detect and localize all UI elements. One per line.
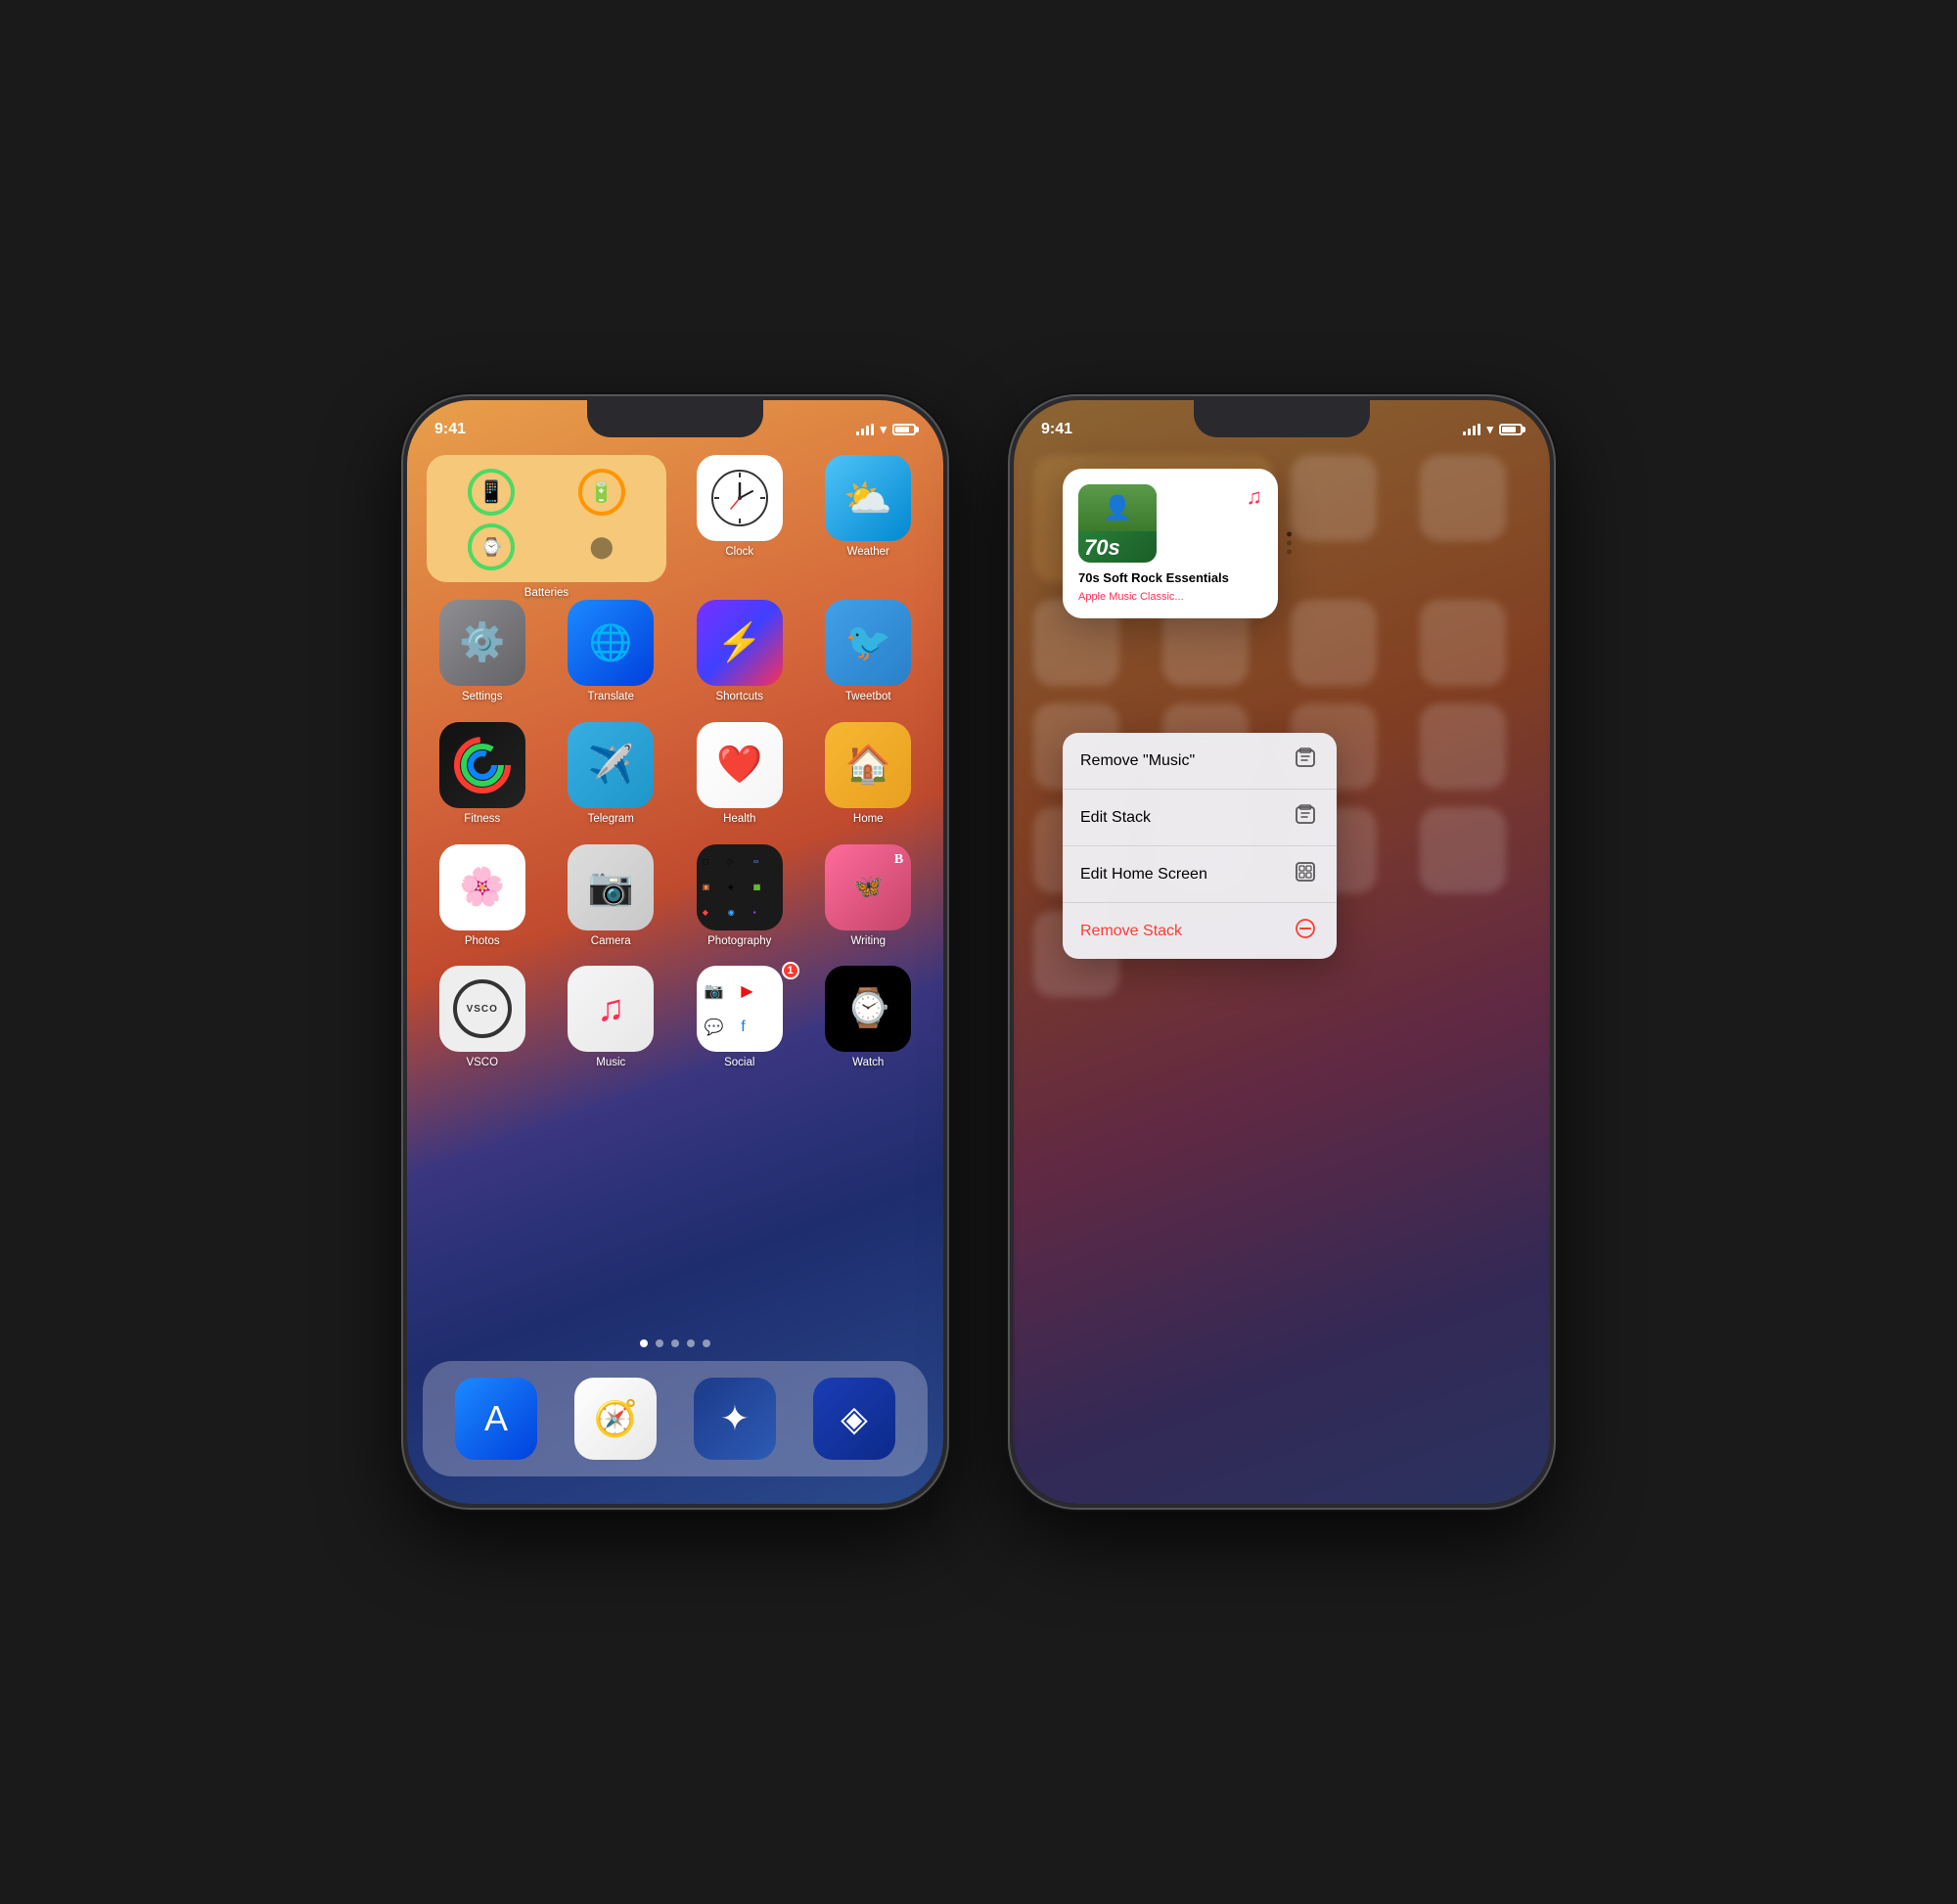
music-note-icon: ♫ (1247, 484, 1263, 510)
watch-label: Watch (852, 1057, 884, 1070)
signal-icon-2 (1463, 424, 1480, 435)
translate-label: Translate (587, 691, 634, 704)
widget-scroll-dots (1287, 532, 1292, 555)
batteries-widget[interactable]: 📱 🔋 ⌚ ⬤ Batteries (427, 455, 666, 582)
fitness-rings-svg (453, 736, 512, 794)
page-dots-1 (407, 1339, 943, 1347)
album-70s-text: 70s (1084, 537, 1120, 559)
settings-label: Settings (462, 691, 503, 704)
fitness-label: Fitness (464, 813, 500, 827)
status-time-1: 9:41 (434, 421, 466, 438)
social-app[interactable]: 📷 ▶ 💬 f 1 Social (684, 966, 796, 1070)
telegram-app[interactable]: ✈️ Telegram (556, 722, 667, 827)
notch-1 (587, 400, 763, 437)
tweetbot-label: Tweetbot (845, 691, 891, 704)
music-label: Music (596, 1057, 625, 1070)
clock-app[interactable]: Clock (684, 455, 796, 582)
vsco-label: VSCO (466, 1057, 498, 1070)
edit-stack-icon (1292, 804, 1319, 831)
translate-app[interactable]: 🌐 Translate (556, 600, 667, 704)
phone-2-screen: 9:41 ▾ (1014, 400, 1550, 1504)
spark-dock[interactable]: ✦ (694, 1378, 776, 1460)
camera-label: Camera (591, 935, 631, 949)
health-label: Health (723, 813, 755, 827)
weather-label: Weather (847, 546, 889, 560)
signal-icon-1 (856, 424, 874, 435)
camera-app[interactable]: 📷 Camera (556, 844, 667, 949)
writing-app[interactable]: 🦋 B Writing (813, 844, 925, 949)
tweetbot-app[interactable]: 🐦 Tweetbot (813, 600, 925, 704)
writing-label: Writing (850, 935, 886, 949)
photography-label: Photography (707, 935, 771, 949)
dot-3 (671, 1339, 679, 1347)
battery-icon-1 (892, 424, 916, 435)
music-app[interactable]: ♫ Music (556, 966, 667, 1070)
battery-icon-2 (1499, 424, 1523, 435)
health-app[interactable]: ❤️ Health (684, 722, 796, 827)
remove-stack-label: Remove Stack (1080, 923, 1182, 940)
home-app[interactable]: 🏠 Home (813, 722, 925, 827)
music-widget-card[interactable]: 👤 70s ♫ 70s Soft Rock Essentials Apple M… (1063, 469, 1278, 618)
status-icons-2: ▾ (1463, 422, 1523, 437)
appstore-dock[interactable]: A (455, 1378, 537, 1460)
dot-4 (687, 1339, 695, 1347)
status-icons-1: ▾ (856, 422, 916, 437)
weather-app[interactable]: ⛅ Weather (813, 455, 925, 582)
safari-dock[interactable]: 🧭 (574, 1378, 657, 1460)
dot-2 (656, 1339, 663, 1347)
home-label: Home (853, 813, 884, 827)
phone-2: 9:41 ▾ (1008, 394, 1556, 1510)
shortcuts-app[interactable]: ⚡ Shortcuts (684, 600, 796, 704)
dot-5 (703, 1339, 710, 1347)
context-edit-stack[interactable]: Edit Stack (1063, 790, 1337, 846)
wifi-icon-1: ▾ (880, 422, 887, 437)
notch-2 (1194, 400, 1370, 437)
shortcuts-label: Shortcuts (715, 691, 763, 704)
clock-label: Clock (725, 546, 753, 560)
phone-1: 9:41 ▾ 📱 (401, 394, 949, 1510)
dock-1: A 🧭 ✦ ◈ (423, 1361, 928, 1476)
batteries-label: Batteries (524, 587, 569, 601)
album-art: 👤 70s (1078, 484, 1157, 563)
context-remove-stack[interactable]: Remove Stack (1063, 903, 1337, 959)
social-badge: 1 (782, 962, 799, 979)
photos-label: Photos (465, 935, 500, 949)
telegram-label: Telegram (588, 813, 634, 827)
status-time-2: 9:41 (1041, 421, 1072, 438)
artist-name: Apple Music Classic... (1078, 591, 1262, 603)
remove-music-label: Remove "Music" (1080, 752, 1195, 770)
remove-stack-icon (1292, 918, 1319, 944)
watch-app[interactable]: ⌚ Watch (813, 966, 925, 1070)
remove-music-icon (1292, 748, 1319, 774)
dropbox-dock[interactable]: ◈ (813, 1378, 895, 1460)
photography-app[interactable]: ◻ ▷ ∞ ▣ ◈ ▦ ◆ ◉ ▪ Photography (684, 844, 796, 949)
phone-1-screen: 9:41 ▾ 📱 (407, 400, 943, 1504)
edit-stack-label: Edit Stack (1080, 809, 1151, 827)
wifi-icon-2: ▾ (1486, 422, 1493, 437)
app-grid-1: 📱 🔋 ⌚ ⬤ Batteries (427, 455, 924, 1070)
fitness-app[interactable]: Fitness (427, 722, 538, 827)
settings-app[interactable]: ⚙️ Settings (427, 600, 538, 704)
song-title: 70s Soft Rock Essentials (1078, 570, 1262, 587)
social-label: Social (724, 1057, 754, 1070)
edit-home-label: Edit Home Screen (1080, 866, 1207, 884)
dot-1 (640, 1339, 648, 1347)
photos-app[interactable]: 🌸 Photos (427, 844, 538, 949)
edit-home-icon (1292, 861, 1319, 887)
vsco-app[interactable]: VSCO VSCO (427, 966, 538, 1070)
context-remove-music[interactable]: Remove "Music" (1063, 733, 1337, 790)
context-edit-home[interactable]: Edit Home Screen (1063, 846, 1337, 903)
context-menu: Remove "Music" Edit Stack (1063, 733, 1337, 959)
clock-svg (709, 468, 770, 528)
